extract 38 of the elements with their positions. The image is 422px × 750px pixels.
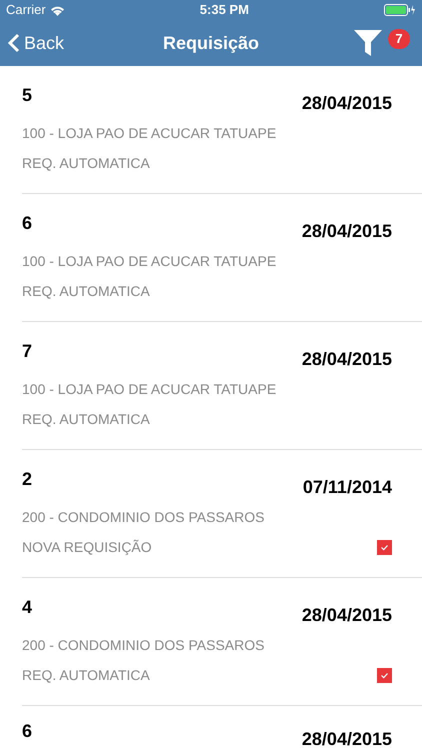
list-row[interactable]: 6 28/04/2015 100 - LOJA PAO DE ACUCAR TATUAPE REQ. AUTOMATICA bbox=[22, 194, 422, 322]
filter-icon bbox=[354, 30, 382, 56]
count-badge: 7 bbox=[388, 29, 410, 49]
request-number: 6 bbox=[22, 720, 32, 743]
list-row[interactable]: 6 28/04/2015 bbox=[22, 706, 422, 750]
request-number: 5 bbox=[22, 84, 32, 107]
request-date: 28/04/2015 bbox=[302, 348, 392, 371]
request-date: 28/04/2015 bbox=[302, 604, 392, 627]
request-type: REQ. AUTOMATICA bbox=[22, 410, 150, 429]
back-button[interactable]: Back bbox=[8, 30, 64, 56]
request-type: NOVA REQUISIÇÃO bbox=[22, 538, 152, 557]
list-row[interactable]: 4 28/04/2015 200 - CONDOMINIO DOS PASSAROS REQ. AUTOMATICA bbox=[22, 578, 422, 706]
chevron-left-icon bbox=[8, 33, 20, 53]
request-date: 28/04/2015 bbox=[302, 220, 392, 243]
request-type: REQ. AUTOMATICA bbox=[22, 154, 150, 173]
request-number: 6 bbox=[22, 212, 32, 235]
screen-title: Requisição bbox=[162, 32, 260, 52]
carrier-label: Carrier bbox=[6, 1, 46, 20]
request-type: REQ. AUTOMATICA bbox=[22, 282, 150, 301]
list-row[interactable]: 7 28/04/2015 100 - LOJA PAO DE ACUCAR TATUAPE REQ. AUTOMATICA bbox=[22, 322, 422, 450]
filter-button[interactable]: 7 bbox=[354, 30, 414, 56]
request-type: REQ. AUTOMATICA bbox=[22, 666, 150, 685]
store-label: 100 - LOJA PAO DE ACUCAR TATUAPE bbox=[22, 252, 278, 271]
request-date: 07/11/2014 bbox=[302, 476, 392, 499]
request-date: 28/04/2015 bbox=[302, 92, 392, 115]
store-label: 100 - LOJA PAO DE ACUCAR TATUAPE bbox=[22, 124, 278, 143]
store-label: 100 - LOJA PAO DE ACUCAR TATUAPE bbox=[22, 380, 278, 399]
request-number: 4 bbox=[22, 596, 32, 619]
time-label: 5:35 PM bbox=[200, 1, 249, 20]
list-row[interactable]: 5 28/04/2015 100 - LOJA PAO DE ACUCAR TATUAPE REQ. AUTOMATICA bbox=[22, 66, 422, 194]
store-label: 200 - CONDOMINIO DOS PASSAROS bbox=[22, 636, 266, 655]
battery-icon bbox=[384, 4, 416, 16]
list-row[interactable]: 2 07/11/2014 200 - CONDOMINIO DOS PASSAROS NOVA REQUISIÇÃO bbox=[22, 450, 422, 578]
request-number: 7 bbox=[22, 340, 32, 363]
request-number: 2 bbox=[22, 468, 32, 491]
wifi-icon bbox=[50, 4, 65, 16]
request-date: 28/04/2015 bbox=[302, 728, 392, 750]
store-label: 200 - CONDOMINIO DOS PASSAROS bbox=[22, 508, 266, 527]
